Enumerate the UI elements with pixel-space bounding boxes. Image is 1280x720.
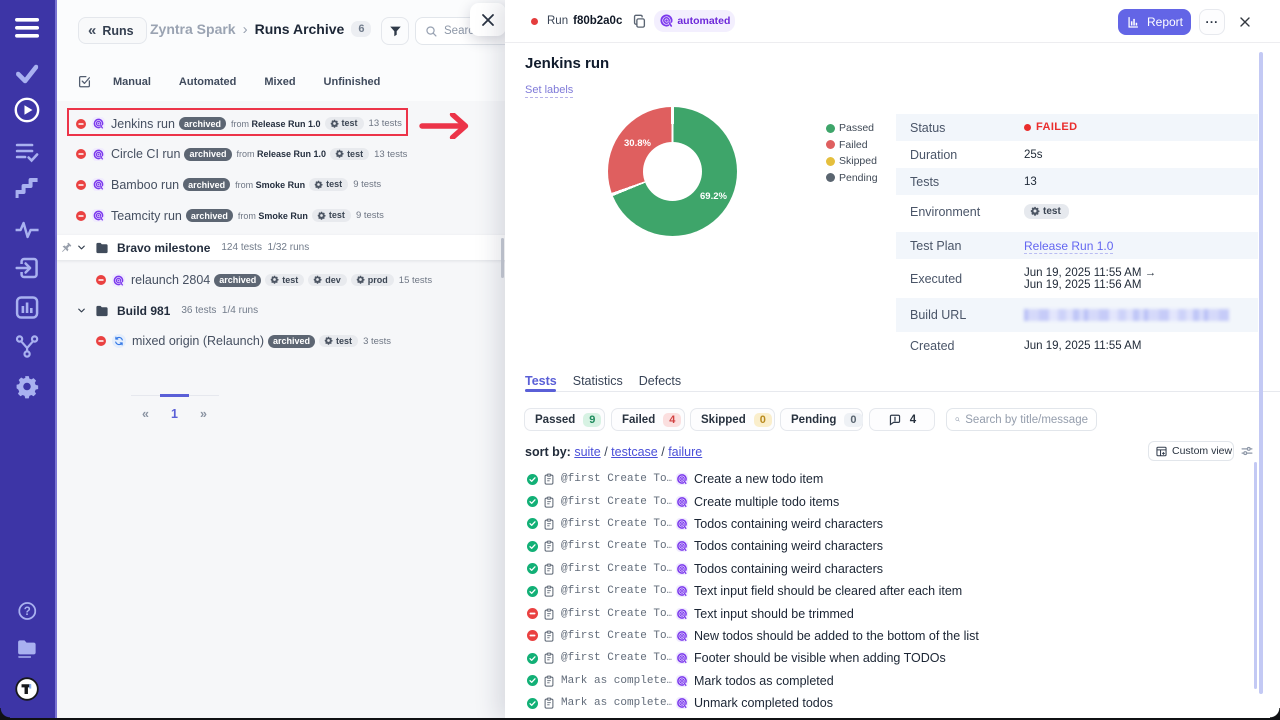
svg-text:?: ? (23, 606, 30, 618)
